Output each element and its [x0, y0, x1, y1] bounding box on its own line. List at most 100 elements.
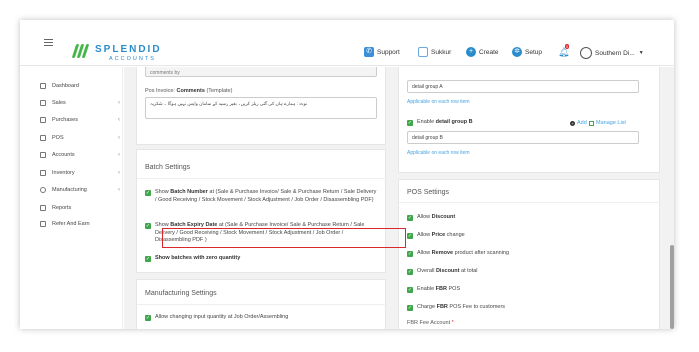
option-label: Enable FBR POS: [417, 286, 461, 292]
comments-template-textarea[interactable]: نوٹ : ہمارے ہاں کی گئی ریلز کریں۔ بغیر ر…: [145, 97, 377, 119]
option-label: Overall Discount at total: [417, 268, 478, 274]
create-label: Create: [479, 48, 499, 56]
checkbox-checked-icon[interactable]: ✓: [145, 223, 151, 229]
notifications-button[interactable]: 🔔︎ 0: [558, 44, 569, 58]
main-content: comments by Pos Invoice: Comments (Templ…: [124, 67, 674, 329]
manufacturing-settings-card: Manufacturing Settings ✓ Allow changing …: [136, 279, 387, 329]
truck-icon: [40, 170, 46, 176]
chevron-down-icon: ▼: [638, 50, 644, 56]
previous-field-input[interactable]: comments by: [145, 67, 377, 77]
support-label: Support: [377, 48, 400, 56]
sidebar-item-dashboard[interactable]: Dashboard: [40, 81, 120, 91]
add-label: Add: [577, 120, 587, 126]
option-label: Allow Discount: [417, 214, 456, 220]
chevron-left-icon: ‹: [118, 117, 120, 123]
enable-fbr-pos-option[interactable]: ✓ Enable FBR POS: [407, 286, 460, 294]
chart-icon: [40, 100, 46, 106]
sidebar-item-reports[interactable]: Reports: [40, 203, 120, 213]
highlight-box: [162, 228, 406, 248]
overall-discount-option[interactable]: ✓ Overall Discount at total: [407, 268, 478, 276]
invoice-settings-card: comments by Pos Invoice: Comments (Templ…: [136, 67, 386, 145]
input-quantity-option[interactable]: ✓ Allow changing input quantity at Job O…: [145, 314, 377, 322]
sidebar: Dashboard Sales ‹ Purchases ‹ POS ‹ Acco…: [20, 67, 123, 329]
checkbox-checked-icon[interactable]: ✓: [407, 215, 413, 221]
charge-fbr-fee-option[interactable]: ✓ Charge FBR POS Fee to customers: [407, 304, 505, 312]
checkbox-checked-icon[interactable]: ✓: [145, 315, 151, 321]
pos-icon: [40, 135, 46, 141]
home-icon: [40, 83, 46, 89]
chevron-left-icon: ‹: [118, 100, 120, 106]
chevron-left-icon: ‹: [118, 135, 120, 141]
sidebar-item-sales[interactable]: Sales ‹: [40, 98, 120, 108]
report-icon: [40, 205, 46, 211]
input-quantity-label: Allow changing input quantity at Job Ord…: [155, 314, 289, 320]
plus-icon: +: [466, 47, 476, 57]
branch-selector[interactable]: Sukkur: [418, 47, 451, 57]
sidebar-item-label: Refer And Earn: [52, 221, 90, 227]
checkbox-checked-icon[interactable]: ✓: [407, 233, 413, 239]
zero-quantity-batches-option[interactable]: ✓ Show batches with zero quantity: [145, 255, 377, 263]
add-link[interactable]: + Add: [570, 120, 587, 126]
group-b-applicable-link[interactable]: Applicable on each row item: [407, 150, 470, 156]
comments-template-label: Pos Invoice: Comments (Template): [145, 88, 233, 94]
scrollbar[interactable]: [670, 245, 674, 329]
refer-icon: [40, 221, 46, 227]
accounts-icon: [40, 152, 46, 158]
support-link[interactable]: ✆ Support: [364, 47, 400, 57]
sidebar-item-manufacturing[interactable]: Manufacturing ‹: [40, 185, 120, 195]
avatar: [580, 47, 592, 59]
group-a-applicable-link[interactable]: Applicable on each row item: [407, 99, 470, 105]
pos-settings-card: POS Settings ✓ Allow Discount ✓ Allow Pr…: [398, 179, 661, 329]
logo-subtext: ACCOUNTS: [109, 56, 156, 62]
allow-remove-product-option[interactable]: ✓ Allow Remove product after scanning: [407, 250, 509, 258]
fbr-fee-account-label: FBR Fee Account *: [407, 320, 454, 326]
sidebar-item-label: Dashboard: [52, 83, 79, 89]
top-header: SPLENDID ACCOUNTS ✆ Support Sukkur + Cre…: [20, 20, 674, 66]
sidebar-item-label: Sales: [52, 100, 66, 106]
setup-button[interactable]: ✲ Setup: [512, 47, 542, 57]
checkbox-checked-icon[interactable]: ✓: [407, 269, 413, 275]
manage-list-link[interactable]: Manage List: [589, 120, 626, 126]
allow-discount-option[interactable]: ✓ Allow Discount: [407, 214, 455, 222]
sidebar-item-inventory[interactable]: Inventory ‹: [40, 168, 120, 178]
support-icon: ✆: [364, 47, 374, 57]
checkbox-checked-icon[interactable]: ✓: [407, 251, 413, 257]
app-window: SPLENDID ACCOUNTS ✆ Support Sukkur + Cre…: [20, 20, 674, 329]
branch-label: Sukkur: [431, 48, 452, 56]
detail-group-a-input[interactable]: detail group A: [407, 80, 639, 93]
zero-quantity-label: Show batches with zero quantity: [155, 255, 241, 261]
checkbox-checked-icon[interactable]: ✓: [407, 120, 413, 126]
create-button[interactable]: + Create: [466, 47, 499, 57]
option-label: Allow Price change: [417, 232, 465, 238]
sidebar-item-pos[interactable]: POS ‹: [40, 133, 120, 143]
sidebar-item-purchases[interactable]: Purchases ‹: [40, 115, 120, 125]
pos-settings-title: POS Settings: [407, 189, 450, 196]
detail-group-b-input[interactable]: detail group B: [407, 131, 639, 144]
enable-detail-group-b-option[interactable]: ✓ Enable detail group B: [407, 119, 473, 127]
sidebar-item-refer-and-earn[interactable]: Refer And Earn: [40, 219, 120, 229]
checkbox-checked-icon[interactable]: ✓: [407, 305, 413, 311]
user-menu[interactable]: Southern Di... ▼: [580, 47, 644, 59]
manufacturing-settings-title: Manufacturing Settings: [145, 290, 217, 297]
detail-groups-card: detail group A Applicable on each row it…: [398, 67, 660, 173]
enable-group-b-label: Enable detail group B: [417, 119, 473, 125]
building-icon: [418, 47, 428, 57]
option-label: Charge FBR POS Fee to customers: [417, 304, 506, 310]
divider: [137, 178, 387, 179]
chevron-left-icon: ‹: [118, 187, 120, 193]
checkbox-checked-icon[interactable]: ✓: [145, 190, 151, 196]
checkbox-checked-icon[interactable]: ✓: [145, 256, 151, 262]
manage-list-label: Manage List: [596, 120, 626, 126]
batch-settings-card: Batch Settings ✓ Show Batch Number at (S…: [136, 149, 387, 273]
sidebar-item-label: POS: [52, 135, 64, 141]
sidebar-item-label: Reports: [52, 205, 72, 211]
batch-settings-title: Batch Settings: [145, 164, 191, 171]
sidebar-item-accounts[interactable]: Accounts ‹: [40, 150, 120, 160]
allow-price-change-option[interactable]: ✓ Allow Price change: [407, 232, 465, 240]
checkbox-checked-icon[interactable]: ✓: [407, 287, 413, 293]
chevron-left-icon: ‹: [118, 152, 120, 158]
batch-number-option[interactable]: ✓ Show Batch Number at (Sale & Purchase …: [145, 189, 377, 204]
batch-number-label: Show Batch Number at (Sale & Purchase In…: [155, 189, 377, 203]
cart-icon: [40, 117, 46, 123]
hamburger-menu-icon[interactable]: [44, 39, 53, 46]
